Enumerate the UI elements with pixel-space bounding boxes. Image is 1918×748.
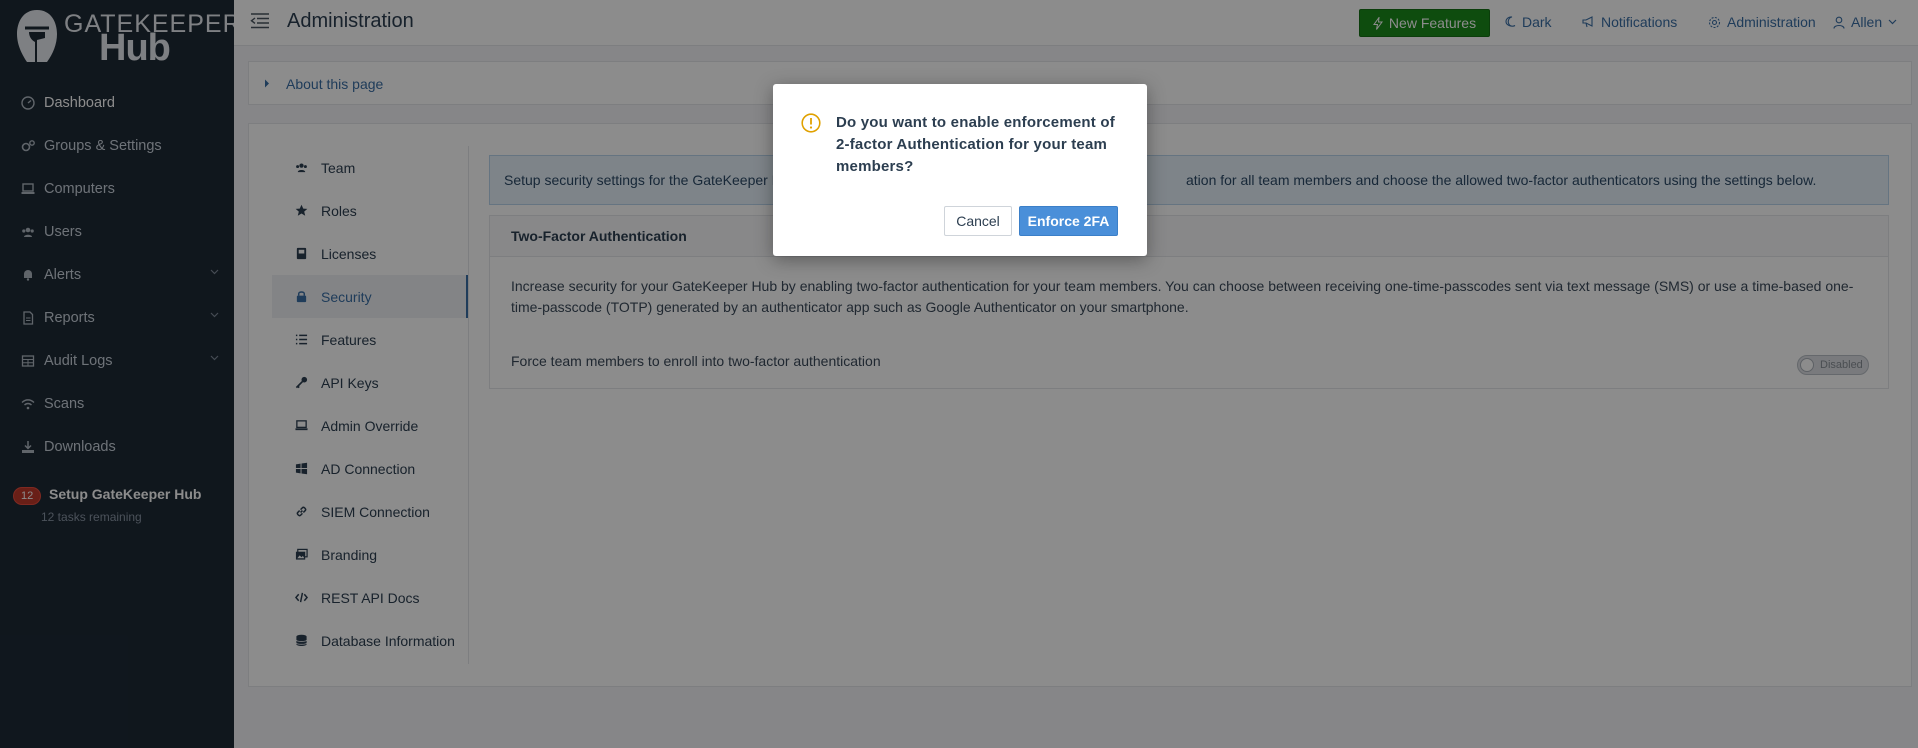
enforce-2fa-button[interactable]: Enforce 2FA [1019, 206, 1118, 236]
cancel-button[interactable]: Cancel [944, 206, 1012, 236]
dialog-message: Do you want to enable enforcement of 2-f… [836, 114, 1115, 175]
confirm-2fa-dialog: Do you want to enable enforcement of 2-f… [773, 84, 1147, 256]
warning-icon [801, 113, 821, 133]
